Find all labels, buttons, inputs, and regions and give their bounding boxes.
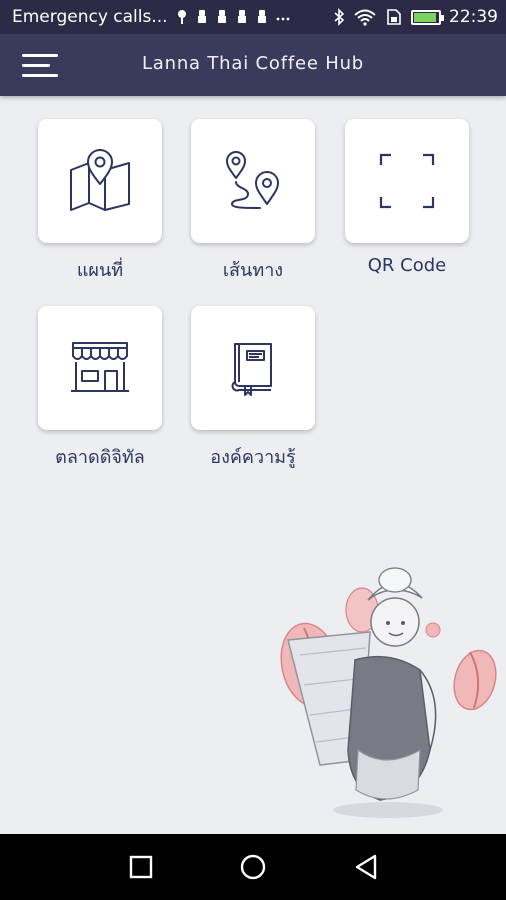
back-icon[interactable] — [346, 847, 386, 887]
carrier-text: Emergency calls... — [12, 7, 168, 27]
tile-knowledge[interactable]: องค์ความรู้ — [191, 306, 315, 471]
system-nav-bar — [0, 834, 506, 900]
tile-map-label: แผนที่ — [76, 260, 124, 281]
tile-digital-market-card[interactable] — [38, 306, 162, 430]
battery-icon — [411, 9, 444, 25]
mascot-illustration — [280, 567, 497, 818]
tile-qr-code-card[interactable] — [345, 119, 469, 243]
tile-route[interactable]: เส้นทาง — [191, 119, 315, 284]
tile-qr-code-label: QR Code — [367, 255, 447, 276]
recent-apps-icon[interactable] — [121, 847, 161, 887]
tile-route-label: เส้นทาง — [222, 260, 284, 281]
wifi-icon — [353, 8, 377, 26]
book-icon — [231, 343, 272, 396]
home-icon[interactable] — [233, 847, 273, 887]
tile-knowledge-label: องค์ความรู้ — [210, 447, 296, 468]
sim-icon — [385, 8, 403, 26]
tile-route-card[interactable] — [191, 119, 315, 243]
notification-icon — [216, 9, 228, 25]
tile-qr-code[interactable]: QR Code — [345, 119, 469, 276]
notification-icon — [236, 9, 248, 25]
status-bar: Emergency calls... 22:39 — [0, 0, 506, 34]
notification-icon — [196, 9, 208, 25]
route-icon — [226, 151, 279, 209]
tile-map[interactable]: แผนที่ — [38, 119, 162, 284]
more-icon — [276, 9, 290, 25]
qr-scan-icon — [379, 153, 435, 209]
tile-map-card[interactable] — [38, 119, 162, 243]
tile-digital-market[interactable]: ตลาดดิจิทัล — [38, 306, 162, 471]
tile-knowledge-card[interactable] — [191, 306, 315, 430]
bluetooth-icon — [333, 8, 345, 26]
map-icon — [70, 149, 130, 211]
shop-icon — [71, 342, 129, 392]
notification-icon — [256, 9, 268, 25]
app-bar: Lanna Thai Coffee Hub — [0, 34, 506, 96]
clock: 22:39 — [449, 7, 498, 27]
wifi-signal-icon — [176, 9, 188, 25]
app-title: Lanna Thai Coffee Hub — [141, 53, 365, 74]
status-right: 22:39 — [333, 7, 498, 27]
tile-digital-market-label: ตลาดดิจิทัล — [55, 447, 145, 468]
status-left: Emergency calls... — [12, 7, 333, 27]
